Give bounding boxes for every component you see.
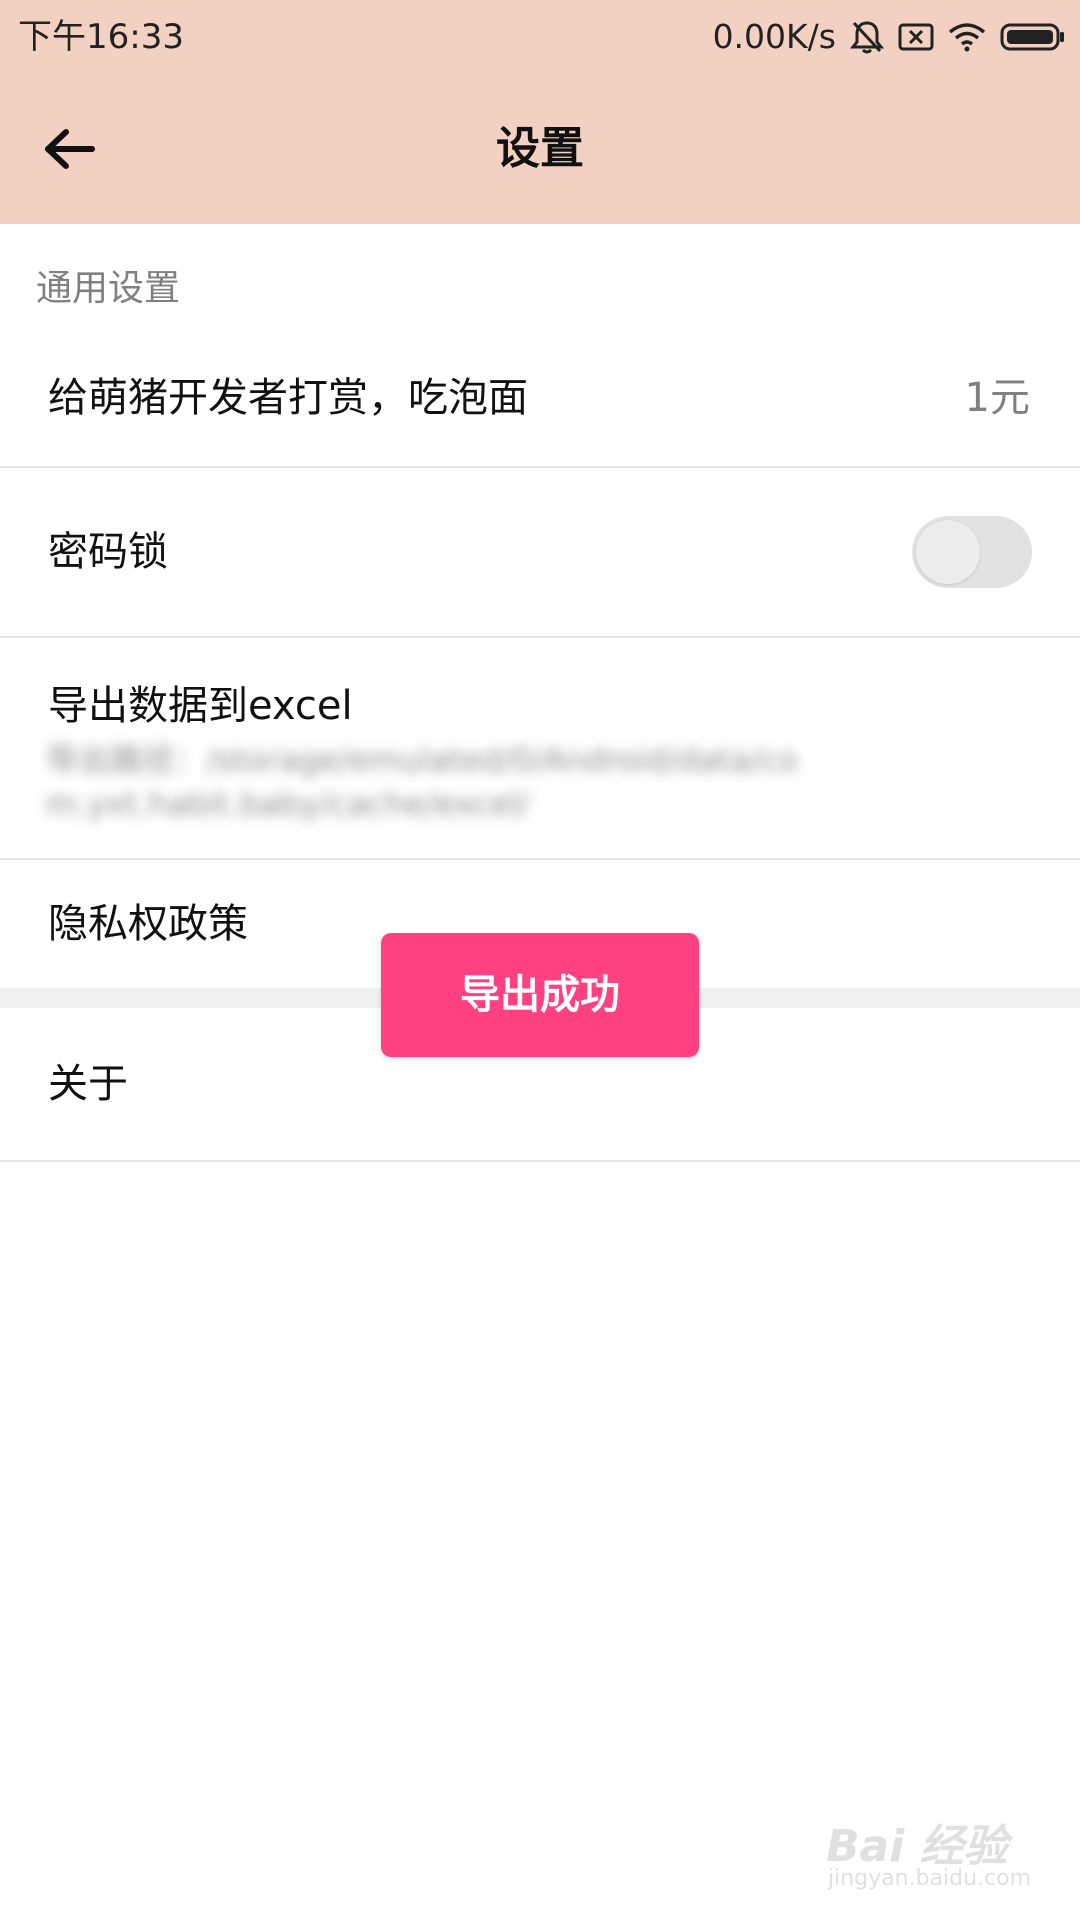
setting-reward-value: 1元	[964, 375, 1030, 421]
setting-privacy-label: 隐私权政策	[48, 901, 248, 947]
network-speed: 0.00K/s	[712, 17, 836, 56]
setting-reward-label: 给萌猪开发者打赏，吃泡面	[48, 375, 528, 421]
sim-error-icon	[898, 23, 934, 51]
page-title: 设置	[496, 123, 584, 174]
status-time: 下午16:33	[18, 17, 184, 57]
battery-icon	[1000, 23, 1064, 51]
baidu-watermark: Bai 经验 jingyan.baidu.com	[826, 1800, 1056, 1900]
watermark-url: jingyan.baidu.com	[828, 1866, 1032, 1891]
toggle-knob	[916, 520, 980, 584]
wifi-icon	[948, 23, 986, 52]
setting-about-label: 关于	[48, 1061, 128, 1107]
setting-password-lock-label: 密码锁	[48, 529, 168, 575]
setting-reward-row[interactable]: 给萌猪开发者打赏，吃泡面 1元	[0, 330, 1080, 468]
back-button[interactable]	[30, 109, 110, 189]
status-icons: 0.00K/s	[713, 14, 1066, 60]
toast-message: 导出成功	[381, 933, 699, 1057]
setting-export-path: 导出路径：/storage/emulated/0/Android/data/co…	[46, 741, 798, 823]
password-lock-toggle[interactable]	[912, 516, 1032, 588]
arrow-left-icon	[45, 129, 95, 169]
watermark-logo: Bai 经验	[826, 1821, 1008, 1872]
setting-export-label: 导出数据到excel	[48, 683, 353, 729]
bell-muted-icon	[850, 21, 884, 54]
section-header-general: 通用设置	[36, 268, 181, 309]
setting-password-lock-row: 密码锁	[0, 468, 1080, 638]
status-bar: 下午16:33 0.00K/s	[0, 0, 1080, 74]
setting-export-row[interactable]: 导出数据到excel 导出路径：/storage/emulated/0/Andr…	[0, 638, 1080, 860]
app-bar: 设置	[0, 74, 1080, 224]
